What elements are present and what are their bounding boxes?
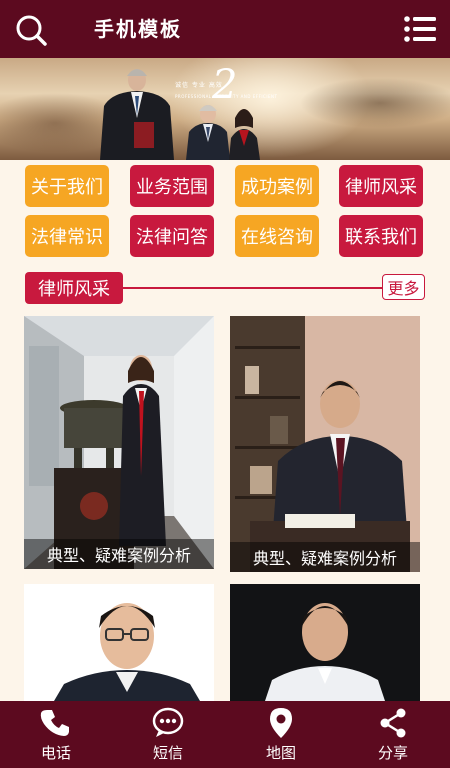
nav-success-cases[interactable]: 成功案例	[235, 165, 319, 207]
menu-icon[interactable]	[404, 16, 436, 42]
section-title: 律师风采	[25, 272, 123, 304]
card-caption: 典型、疑难案例分析	[230, 542, 420, 572]
nav-legal-knowledge[interactable]: 法律常识	[25, 215, 109, 257]
lawyer-card[interactable]	[24, 584, 214, 701]
nav-contact-us[interactable]: 联系我们	[339, 215, 423, 257]
site-title: 手机模板	[94, 17, 182, 41]
lawyer-photo	[24, 316, 214, 569]
section-divider	[115, 287, 385, 289]
share-icon	[380, 708, 406, 738]
footer-sms[interactable]: 短信	[112, 701, 224, 768]
footer-map[interactable]: 地图	[225, 701, 337, 768]
card-caption: 典型、疑难案例分析	[24, 539, 214, 569]
footer-sms-label: 短信	[152, 744, 183, 762]
banner-number: 2	[212, 62, 238, 108]
lawyer-photo	[230, 584, 420, 701]
hero-banner[interactable]: 诚信 专业 高效 2 PROFESSIONAL INTEGRITY AND EF…	[0, 58, 450, 160]
footer-map-label: 地图	[265, 744, 296, 762]
lawyer-card[interactable]: 典型、疑难案例分析	[230, 316, 420, 572]
banner-subtitle: PROFESSIONAL INTEGRITY AND EFFICIENT	[175, 94, 278, 99]
lawyer-card[interactable]: 典型、疑难案例分析	[24, 316, 214, 569]
nav-online-consult[interactable]: 在线咨询	[235, 215, 319, 257]
lawyer-photo	[24, 584, 214, 701]
lawyer-photo	[230, 316, 420, 572]
footer-share[interactable]: 分享	[337, 701, 449, 768]
footer-phone-label: 电话	[40, 744, 71, 762]
lawyer-card[interactable]	[230, 584, 420, 701]
more-button[interactable]: 更多	[382, 274, 425, 300]
footer-phone[interactable]: 电话	[0, 701, 112, 768]
nav-legal-qa[interactable]: 法律问答	[130, 215, 214, 257]
top-header: 手机模板	[0, 0, 450, 58]
phone-icon	[40, 710, 69, 736]
map-pin-icon	[270, 708, 292, 738]
message-icon	[152, 707, 184, 737]
nav-about-us[interactable]: 关于我们	[25, 165, 109, 207]
search-icon[interactable]	[14, 13, 48, 47]
footer-share-label: 分享	[377, 744, 408, 762]
bottom-tab-bar: 电话 短信 地图 分享	[0, 701, 450, 768]
nav-lawyer-profiles[interactable]: 律师风采	[339, 165, 423, 207]
nav-business-scope[interactable]: 业务范围	[130, 165, 214, 207]
section-header: 律师风采 更多	[25, 272, 425, 304]
